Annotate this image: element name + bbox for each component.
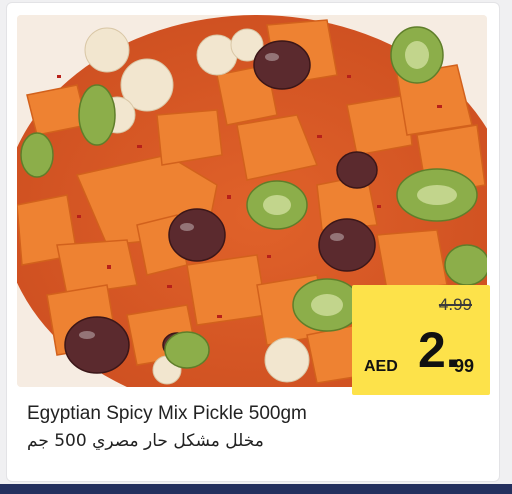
price-decimals: 99 xyxy=(454,356,475,376)
footer-bar xyxy=(0,484,512,494)
old-price: 4.99 xyxy=(438,295,472,314)
product-card[interactable]: 4.99 AED 2. 99 Egyptian Spicy Mix Pickle… xyxy=(6,2,500,482)
currency-label: AED xyxy=(364,358,398,375)
price-tag: 4.99 AED 2. 99 xyxy=(352,285,490,395)
product-title-en[interactable]: Egyptian Spicy Mix Pickle 500gm xyxy=(27,403,307,425)
product-title-ar[interactable]: مخلل مشكل حار مصري 500 جم xyxy=(27,431,264,451)
